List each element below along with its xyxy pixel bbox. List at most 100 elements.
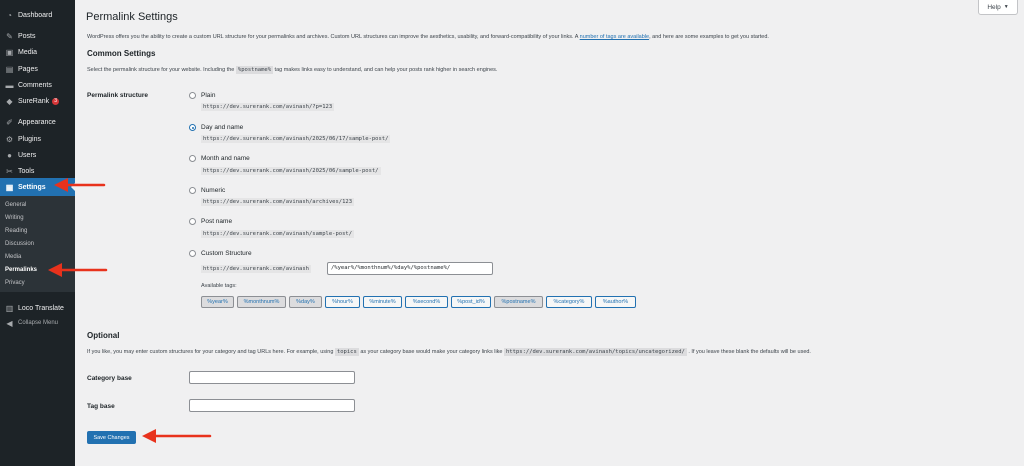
brush-icon: ✐ — [6, 117, 13, 127]
pages-icon: ▤ — [5, 64, 14, 74]
tag-button-post-id[interactable]: %post_id% — [451, 296, 491, 308]
optional-heading: Optional — [87, 331, 120, 340]
annotation-arrow-save — [142, 429, 212, 443]
sidebar-item-comments[interactable]: ▬ Comments — [0, 77, 75, 93]
submenu-item-general[interactable]: General — [0, 198, 75, 211]
sidebar-item-label: Media — [18, 48, 38, 56]
radio-day-and-name[interactable] — [189, 124, 196, 131]
tag-base-label: Tag base — [87, 403, 115, 410]
custom-structure-prefix: https://dev.surerank.com/avinash — [201, 265, 311, 273]
help-label: Help — [987, 3, 1001, 11]
tag-base-input[interactable] — [189, 399, 355, 412]
example-url-day-and-name: https://dev.surerank.com/avinash/2025/06… — [201, 135, 391, 143]
tags-link[interactable]: number of tags are available — [580, 34, 649, 40]
radio-custom-structure[interactable] — [189, 250, 196, 257]
translate-icon: ▥ — [5, 303, 14, 313]
sidebar-item-label: Posts — [18, 32, 36, 40]
option-label-day-and-name: Day and name — [201, 124, 244, 131]
option-label-month-and-name: Month and name — [201, 155, 250, 162]
help-button[interactable]: Help ▼ — [978, 0, 1018, 15]
sidebar-item-label: Users — [18, 151, 37, 159]
submenu-item-discussion[interactable]: Discussion — [0, 237, 75, 250]
surerank-icon: ◆ — [6, 96, 13, 106]
collapse-menu-button[interactable]: ◀ Collapse Menu — [0, 315, 75, 331]
sidebar-item-label: Dashboard — [18, 11, 53, 19]
example-url-numeric: https://dev.surerank.com/avinash/archive… — [201, 198, 355, 206]
custom-structure-input[interactable]: /%year%/%monthnum%/%day%/%postname%/ — [327, 262, 493, 275]
users-icon: ● — [7, 150, 12, 160]
description-text: . If you leave these blank the defaults … — [688, 349, 811, 355]
collapse-icon: ◀ — [6, 318, 13, 328]
common-settings-description: Select the permalink structure for your … — [87, 66, 498, 74]
chevron-down-icon: ▼ — [1003, 4, 1009, 10]
wrench-icon: ✂ — [6, 166, 13, 176]
annotation-arrow-settings — [54, 178, 106, 192]
sidebar-item-appearance[interactable]: ✐ Appearance — [0, 114, 75, 130]
description-text: tag makes links easy to understand, and … — [274, 67, 498, 73]
description-text: Select the permalink structure for your … — [87, 67, 235, 73]
radio-plain[interactable] — [189, 92, 196, 99]
annotation-arrow-permalinks — [48, 263, 108, 277]
sidebar-item-media[interactable]: ▣ Media — [0, 44, 75, 60]
example-url-month-and-name: https://dev.surerank.com/avinash/2025/06… — [201, 167, 381, 175]
sidebar-item-surerank[interactable]: ◆ SureRank 3 — [0, 93, 75, 109]
sidebar-item-label: Comments — [18, 81, 52, 89]
permalink-structure-label: Permalink structure — [87, 92, 149, 99]
sidebar-item-label: Loco Translate — [18, 304, 64, 312]
sidebar-item-label: Tools — [18, 167, 35, 175]
sidebar-item-label: Plugins — [18, 135, 41, 143]
comments-icon: ▬ — [5, 80, 14, 90]
tag-button-second[interactable]: %second% — [405, 296, 448, 308]
topics-code: topics — [334, 348, 359, 356]
example-url-post-name: https://dev.surerank.com/avinash/sample-… — [201, 230, 355, 238]
example-url-plain: https://dev.surerank.com/avinash/?p=123 — [201, 103, 335, 111]
sidebar-item-loco-translate[interactable]: ▥ Loco Translate — [0, 300, 75, 316]
tag-button-day[interactable]: %day% — [289, 296, 322, 308]
submenu-item-writing[interactable]: Writing — [0, 211, 75, 224]
tag-button-minute[interactable]: %minute% — [363, 296, 402, 308]
plugin-icon: ⚙ — [5, 134, 14, 144]
description-text: as your category base would make your ca… — [360, 349, 503, 355]
sidebar-item-plugins[interactable]: ⚙ Plugins — [0, 131, 75, 147]
settings-icon: ▦ — [5, 182, 14, 192]
tag-button-monthnum[interactable]: %monthnum% — [237, 296, 286, 308]
option-label-plain: Plain — [201, 92, 216, 99]
radio-post-name[interactable] — [189, 218, 196, 225]
sidebar-item-label: SureRank — [18, 97, 50, 105]
sidebar-item-label: Appearance — [18, 118, 56, 126]
sidebar-item-dashboard[interactable]: ◔ Dashboard — [0, 7, 75, 23]
page-title: Permalink Settings — [86, 11, 178, 23]
notification-badge: 3 — [52, 97, 60, 105]
sidebar-item-label: Pages — [18, 65, 38, 73]
tag-button-year[interactable]: %year% — [201, 296, 234, 308]
sidebar-item-users[interactable]: ● Users — [0, 147, 75, 163]
available-tags-label: Available tags: — [201, 283, 237, 289]
media-icon: ▣ — [5, 47, 14, 57]
category-base-input[interactable] — [189, 371, 355, 384]
intro-text: WordPress offers you the ability to crea… — [87, 34, 769, 40]
postname-code: %postname% — [235, 66, 274, 74]
radio-month-and-name[interactable] — [189, 155, 196, 162]
sidebar-item-pages[interactable]: ▤ Pages — [0, 61, 75, 77]
description-text: If you like, you may enter custom struct… — [87, 349, 334, 355]
category-example-code: https://dev.surerank.com/avinash/topics/… — [504, 348, 687, 356]
option-label-custom-structure: Custom Structure — [201, 250, 252, 257]
save-changes-button[interactable]: Save Changes — [87, 431, 136, 444]
sidebar-item-label: Collapse Menu — [18, 320, 59, 326]
tag-button-category[interactable]: %category% — [546, 296, 592, 308]
admin-sidebar: ◔ Dashboard ✎ Posts ▣ Media ▤ Pages ▬ Co… — [0, 0, 75, 466]
intro-text-before: WordPress offers you the ability to crea… — [87, 34, 580, 40]
tag-button-hour[interactable]: %hour% — [325, 296, 360, 308]
common-settings-heading: Common Settings — [87, 49, 156, 58]
optional-description: If you like, you may enter custom struct… — [87, 348, 811, 356]
pin-icon: ✎ — [6, 31, 13, 41]
submenu-item-reading[interactable]: Reading — [0, 224, 75, 237]
option-label-numeric: Numeric — [201, 187, 226, 194]
intro-text-after: , and here are some examples to get you … — [649, 34, 769, 40]
option-label-post-name: Post name — [201, 218, 233, 225]
tag-button-author[interactable]: %author% — [595, 296, 636, 308]
radio-numeric[interactable] — [189, 187, 196, 194]
tag-button-postname[interactable]: %postname% — [494, 296, 543, 308]
sidebar-item-posts[interactable]: ✎ Posts — [0, 28, 75, 44]
dashboard-icon: ◔ — [7, 10, 12, 20]
